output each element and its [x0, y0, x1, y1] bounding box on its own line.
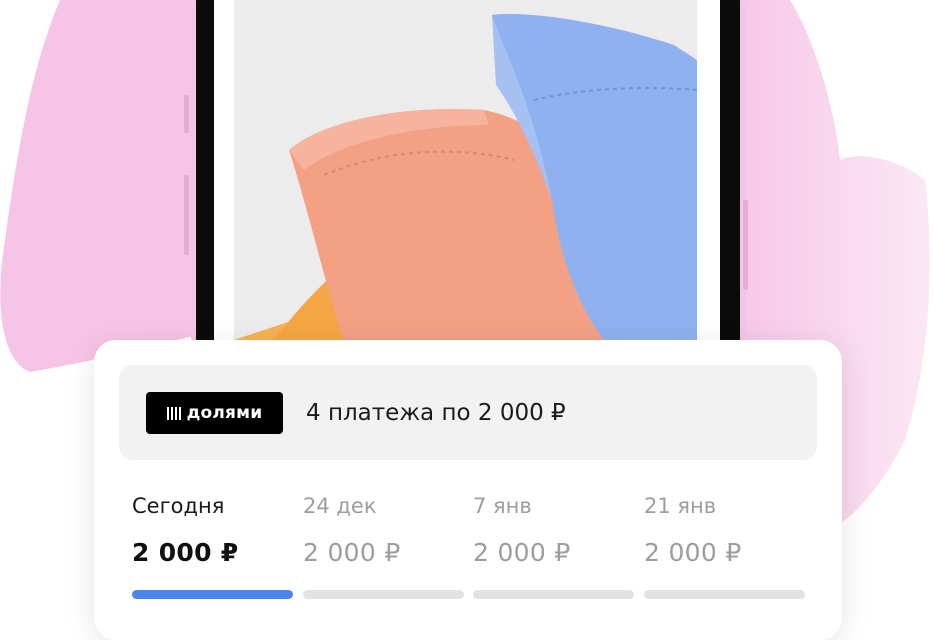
- payment-amount: 2 000 ₽: [644, 538, 742, 567]
- payment-date: 21 янв: [644, 494, 717, 518]
- payment-24-dec: 24 дек 2 000 ₽: [303, 492, 464, 599]
- payment-progress-bar: [132, 590, 293, 599]
- payment-date: 7 янв: [473, 494, 532, 518]
- payment-amount: 2 000 ₽: [303, 538, 401, 567]
- payment-amount: 2 000 ₽: [132, 538, 239, 567]
- payment-progress-bar: [644, 590, 805, 599]
- payment-amount: 2 000 ₽: [473, 538, 571, 567]
- payment-date: Сегодня: [132, 494, 225, 518]
- product-photo-bucket-hats: [234, 0, 697, 340]
- phone-side-button: [184, 95, 189, 133]
- dolyami-badge: долями: [146, 392, 283, 434]
- badge-label: долями: [186, 403, 263, 423]
- installment-card: долями 4 платежа по 2 000 ₽ Сегодня 2 00…: [94, 340, 842, 640]
- installment-banner: долями 4 платежа по 2 000 ₽: [119, 365, 817, 460]
- payment-21-jan: 21 янв 2 000 ₽: [644, 492, 805, 599]
- phone-side-button: [184, 175, 189, 255]
- payment-7-jan: 7 янв 2 000 ₽: [473, 492, 634, 599]
- four-bars-icon: [166, 406, 181, 420]
- payment-today: Сегодня 2 000 ₽: [132, 492, 293, 599]
- phone-side-button: [743, 200, 748, 290]
- payment-progress-bar: [303, 590, 464, 599]
- payment-date: 24 дек: [303, 494, 377, 518]
- installment-summary: 4 платежа по 2 000 ₽: [306, 400, 566, 426]
- payment-progress-bar: [473, 590, 634, 599]
